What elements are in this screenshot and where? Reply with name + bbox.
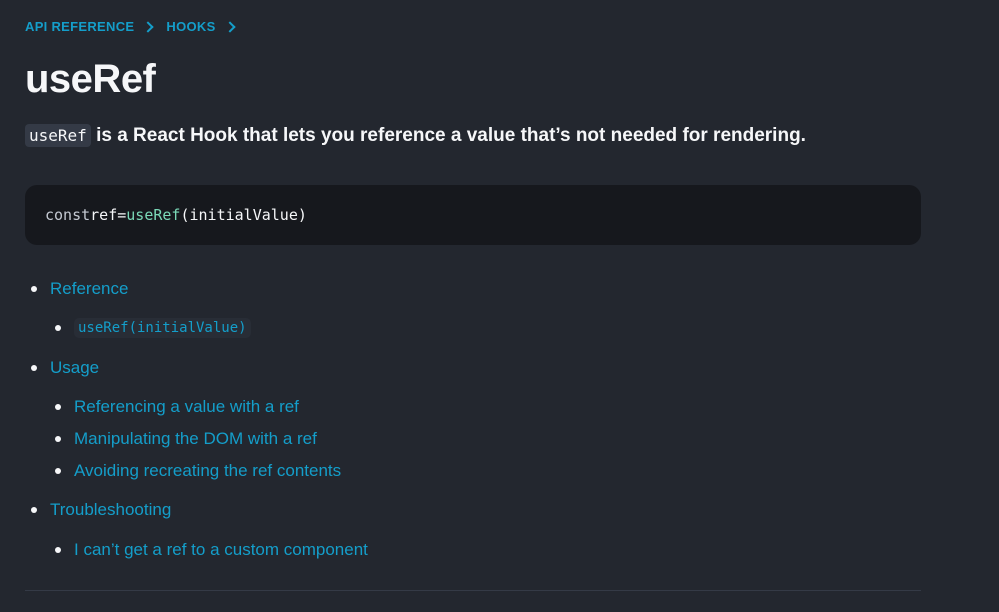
toc-item-label: useRef(initialValue): [74, 318, 251, 338]
toc-item-usage[interactable]: Usage: [31, 358, 99, 378]
code-args: (initialValue): [180, 206, 307, 224]
toc-item-referencing-value[interactable]: Referencing a value with a ref: [55, 397, 299, 417]
bullet-icon: [31, 507, 37, 513]
code-function: useRef: [126, 206, 181, 224]
toc-item-label: Avoiding recreating the ref contents: [74, 461, 342, 480]
toc-item-useref-initialvalue[interactable]: useRef(initialValue): [55, 318, 251, 338]
code-variable: ref: [90, 206, 118, 224]
toc-item-label: I can’t get a ref to a custom component: [74, 540, 368, 559]
bullet-icon: [55, 468, 61, 474]
intro-text: is a React Hook that lets you reference …: [90, 125, 806, 146]
toc-item-label: Troubleshooting: [50, 500, 172, 519]
code-block: const ref = useRef (initialValue): [25, 185, 921, 245]
bullet-icon: [55, 547, 61, 553]
bullet-icon: [55, 436, 61, 442]
toc-item-label: Reference: [50, 279, 129, 298]
code-keyword: const: [45, 206, 91, 224]
bullet-icon: [55, 325, 61, 331]
toc-item-label: Usage: [50, 358, 100, 377]
intro-paragraph: useRef is a React Hook that lets you ref…: [25, 122, 806, 150]
toc-item-avoiding-recreating[interactable]: Avoiding recreating the ref contents: [55, 461, 341, 481]
breadcrumb-hooks[interactable]: HOOKS: [166, 19, 215, 34]
toc-item-label: Manipulating the DOM with a ref: [74, 429, 317, 448]
toc-item-custom-component[interactable]: I can’t get a ref to a custom component: [55, 540, 368, 560]
intro-inline-code: useRef: [25, 124, 91, 147]
bullet-icon: [31, 365, 37, 371]
bullet-icon: [55, 404, 61, 410]
toc-item-reference[interactable]: Reference: [31, 279, 128, 299]
section-divider: [25, 590, 921, 591]
code-operator: =: [117, 206, 127, 224]
toc-item-troubleshooting[interactable]: Troubleshooting: [31, 500, 171, 520]
chevron-right-icon: [223, 20, 236, 33]
bullet-icon: [31, 286, 37, 292]
toc-item-label: Referencing a value with a ref: [74, 397, 299, 416]
chevron-right-icon: [142, 20, 155, 33]
breadcrumb: API REFERENCE HOOKS: [25, 19, 236, 34]
page-title: useRef: [25, 57, 156, 101]
toc-item-manipulating-dom[interactable]: Manipulating the DOM with a ref: [55, 429, 317, 449]
breadcrumb-api-reference[interactable]: API REFERENCE: [25, 19, 134, 34]
